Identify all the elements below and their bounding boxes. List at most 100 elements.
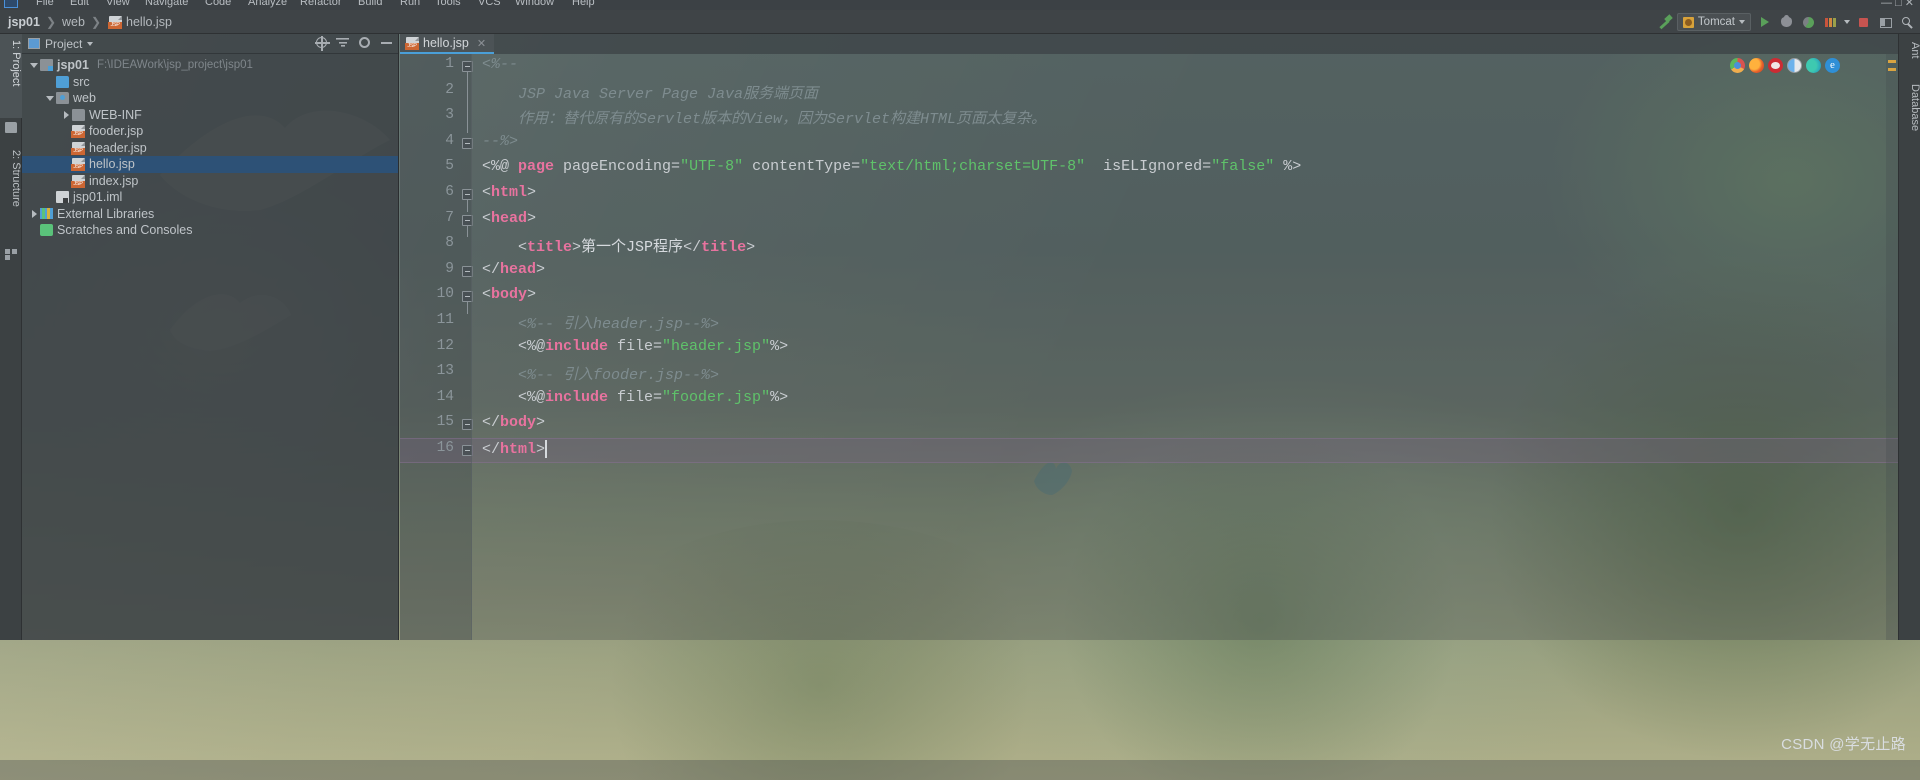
tree-item-jsp01-iml[interactable]: jsp01.iml	[22, 189, 398, 206]
code-token: <	[482, 184, 492, 201]
chevron-right-icon[interactable]	[28, 209, 40, 218]
code-token: file=	[608, 337, 663, 355]
code-line[interactable]: <head>	[482, 210, 536, 227]
run-configuration-selector[interactable]: Tomcat	[1676, 13, 1751, 31]
tree-item-external-libraries[interactable]: External Libraries	[22, 206, 398, 223]
tree-item-hello-jsp[interactable]: hello.jsp	[22, 156, 398, 173]
hammer-icon[interactable]	[1658, 15, 1672, 29]
menu-view[interactable]: View	[106, 0, 130, 8]
run-button[interactable]	[1756, 14, 1773, 31]
menu-file[interactable]: File	[36, 0, 54, 8]
browser-launch-bar[interactable]	[1730, 58, 1840, 73]
taskbar-icon[interactable]	[1896, 762, 1912, 778]
sidebar-item-ant[interactable]: Ant	[1899, 36, 1920, 70]
code-editor[interactable]: <%-- JSP Java Server Page Java服务端页面 作用：替…	[472, 54, 1898, 640]
error-stripe-mark[interactable]	[1888, 68, 1896, 71]
tab-hello-jsp[interactable]: hello.jsp ✕	[400, 34, 495, 54]
tree-item-index-jsp[interactable]: index.jsp	[22, 173, 398, 190]
code-token: body	[500, 414, 537, 432]
menu-help[interactable]: Help	[572, 0, 595, 8]
code-token: <%@	[482, 158, 519, 176]
code-line[interactable]: <html>	[482, 184, 536, 201]
tree-item-jsp01[interactable]: jsp01 F:\IDEAWork\jsp_project\jsp01	[22, 57, 398, 74]
code-line[interactable]: --%>	[482, 133, 518, 150]
menu-run[interactable]: Run	[400, 0, 420, 8]
menu-edit[interactable]: Edit	[70, 0, 89, 8]
tree-item-label: jsp01.iml	[73, 190, 123, 205]
menu-tools[interactable]: Tools	[435, 0, 461, 8]
code-line[interactable]: <%@ page pageEncoding="UTF-8" contentTyp…	[482, 158, 1301, 175]
firefox-icon[interactable]	[1749, 58, 1764, 73]
profile-button[interactable]	[1822, 14, 1839, 31]
gear-icon[interactable]	[358, 36, 371, 49]
tree-item-web-inf[interactable]: WEB-INF	[22, 107, 398, 124]
libraries-icon	[40, 208, 53, 220]
debug-button[interactable]	[1778, 14, 1795, 31]
menu-refactor[interactable]: Refactor	[300, 0, 342, 8]
opera-icon[interactable]	[1768, 58, 1783, 73]
code-line[interactable]: </head>	[482, 261, 545, 278]
breadcrumb-separator-icon: ❯	[45, 14, 57, 29]
error-stripe[interactable]	[1886, 54, 1898, 640]
sidebar-item-database[interactable]: Database	[1899, 78, 1920, 148]
locate-icon[interactable]	[315, 36, 330, 51]
left-tool-strip: 1: Project 2: Structure	[0, 34, 22, 640]
code-line[interactable]: 作用：替代原有的Servlet版本的View，因为Servlet构建HTML页面…	[482, 107, 1046, 128]
search-everywhere-icon[interactable]	[1899, 14, 1916, 31]
chrome-icon[interactable]	[1730, 58, 1745, 73]
tree-item-scratches-and-consoles[interactable]: Scratches and Consoles	[22, 222, 398, 239]
menu-code[interactable]: Code	[205, 0, 231, 8]
window-controls[interactable]: — □ ✕	[1881, 0, 1914, 9]
code-line[interactable]: <%@include file="header.jsp"%>	[482, 338, 788, 355]
menu-navigate[interactable]: Navigate	[145, 0, 188, 8]
code-line[interactable]: </body>	[482, 414, 545, 431]
layout-button[interactable]	[1877, 14, 1894, 31]
run-with-coverage-button[interactable]	[1800, 14, 1817, 31]
code-token: file=	[608, 388, 663, 406]
edge-icon[interactable]	[1806, 58, 1821, 73]
code-line[interactable]: <%@include file="fooder.jsp"%>	[482, 389, 788, 406]
code-line[interactable]: <%-- 引入fooder.jsp--%>	[482, 363, 719, 384]
safari-icon[interactable]	[1787, 58, 1802, 73]
error-stripe-mark[interactable]	[1888, 60, 1896, 63]
tree-item-header-jsp[interactable]: header.jsp	[22, 140, 398, 157]
line-number: 9	[445, 260, 454, 277]
sidebar-item-structure[interactable]: 2: Structure	[0, 144, 22, 244]
chevron-down-icon[interactable]	[28, 62, 40, 68]
editor-gutter[interactable]: 1 2 3 4 5 6 7 8 9 10 11 12 13 14 15 16	[400, 54, 473, 640]
tree-item-web[interactable]: web	[22, 90, 398, 107]
chevron-down-icon[interactable]	[87, 41, 94, 46]
ie-icon[interactable]	[1825, 58, 1840, 73]
line-number: 3	[445, 107, 454, 124]
collapse-all-icon[interactable]	[336, 36, 349, 49]
tool-window-label: 1: Project	[10, 40, 22, 87]
breadcrumb-project[interactable]: jsp01	[8, 15, 40, 29]
menu-bar[interactable]: File Edit View Navigate Code Analyze Ref…	[0, 0, 1920, 10]
code-line[interactable]: JSP Java Server Page Java服务端页面	[482, 82, 818, 103]
code-line[interactable]: <body>	[482, 286, 536, 303]
breadcrumb-folder[interactable]: web	[62, 15, 85, 29]
menu-window[interactable]: Window	[515, 0, 554, 8]
stop-button[interactable]	[1855, 14, 1872, 31]
main-toolbar: Tomcat	[1658, 10, 1916, 34]
chevron-down-icon[interactable]	[1844, 20, 1850, 24]
code-line[interactable]: <title>第一个JSP程序</title>	[482, 235, 755, 256]
hide-icon[interactable]	[380, 36, 393, 49]
code-line[interactable]: <%--	[482, 56, 518, 73]
sidebar-item-project[interactable]: 1: Project	[0, 34, 22, 118]
menu-build[interactable]: Build	[358, 0, 382, 8]
project-tree[interactable]: jsp01 F:\IDEAWork\jsp_project\jsp01 src web…	[22, 54, 398, 239]
tool-window-label: 2: Structure	[10, 150, 22, 207]
tree-item-fooder-jsp[interactable]: fooder.jsp	[22, 123, 398, 140]
code-line[interactable]: <%-- 引入header.jsp--%>	[482, 312, 719, 333]
menu-vcs[interactable]: VCS	[478, 0, 501, 8]
breadcrumb-file[interactable]: hello.jsp	[126, 15, 172, 29]
tree-item-src[interactable]: src	[22, 74, 398, 91]
menu-analyze[interactable]: Analyze	[248, 0, 287, 8]
code-line[interactable]: </html>	[482, 440, 547, 458]
chevron-right-icon[interactable]	[60, 110, 72, 119]
close-icon[interactable]: ✕	[477, 37, 486, 50]
code-token: >	[746, 239, 756, 257]
status-bar	[0, 760, 1920, 780]
chevron-down-icon[interactable]	[44, 95, 56, 101]
